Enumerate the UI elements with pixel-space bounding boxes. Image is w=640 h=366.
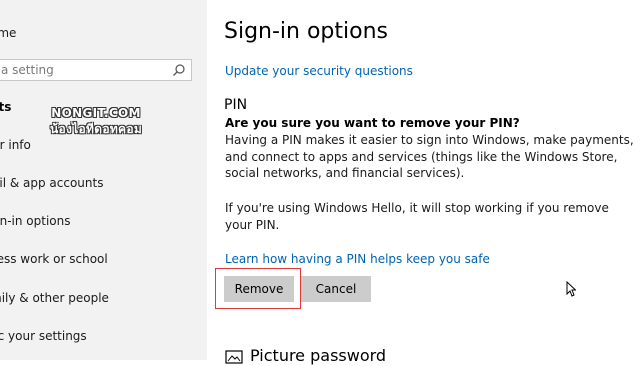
picture-password-heading: Picture password bbox=[250, 346, 387, 365]
pin-description-line: and connect to apps and services (things… bbox=[225, 149, 618, 164]
windows-hello-warning: If you're using Windows Hello, it will s… bbox=[225, 200, 625, 233]
sidebar-item-sign-in-options[interactable]: gn-in options bbox=[0, 214, 71, 228]
search-icon[interactable] bbox=[172, 63, 186, 77]
pin-section-heading: PIN bbox=[224, 97, 248, 113]
sidebar-section-label: nts bbox=[0, 100, 12, 114]
update-security-questions-link[interactable]: Update your security questions bbox=[225, 64, 413, 78]
remove-pin-confirmation: Are you sure you want to remove your PIN… bbox=[225, 116, 520, 130]
sidebar-item-home[interactable]: ome bbox=[0, 26, 16, 40]
watermark: NONGIT.COM น้องไอทีดอทคอม bbox=[50, 105, 142, 137]
pin-description-line: social networks, and financial services)… bbox=[225, 166, 465, 180]
sidebar-item-your-info[interactable]: ur info bbox=[0, 138, 31, 152]
sidebar-item-family[interactable]: mily & other people bbox=[0, 291, 109, 305]
learn-pin-safety-link[interactable]: Learn how having a PIN helps keep you sa… bbox=[225, 252, 490, 266]
windows-hello-warning-line: If you're using Windows Hello, it will s… bbox=[225, 201, 609, 215]
watermark-line-2: น้องไอทีดอทคอม bbox=[50, 122, 143, 136]
pin-description-line: Having a PIN makes it easier to sign int… bbox=[225, 133, 634, 147]
picture-icon bbox=[225, 350, 243, 364]
page-title: Sign-in options bbox=[224, 19, 389, 44]
sidebar-item-access-work[interactable]: cess work or school bbox=[0, 252, 108, 266]
remove-button[interactable]: Remove bbox=[224, 276, 294, 302]
mouse-cursor-icon bbox=[566, 281, 576, 297]
pin-description: Having a PIN makes it easier to sign int… bbox=[225, 132, 634, 182]
search-box[interactable]: a setting bbox=[0, 59, 192, 81]
watermark-line-1: NONGIT.COM bbox=[51, 106, 141, 120]
settings-sidebar: ome a setting nts ur info ail & app acco… bbox=[0, 0, 207, 360]
search-input[interactable]: a setting bbox=[1, 63, 54, 77]
sidebar-item-email-accounts[interactable]: ail & app accounts bbox=[0, 176, 103, 190]
windows-hello-warning-line: your PIN. bbox=[225, 217, 280, 232]
cancel-button[interactable]: Cancel bbox=[301, 276, 371, 302]
sidebar-item-sync-settings[interactable]: nc your settings bbox=[0, 329, 87, 343]
